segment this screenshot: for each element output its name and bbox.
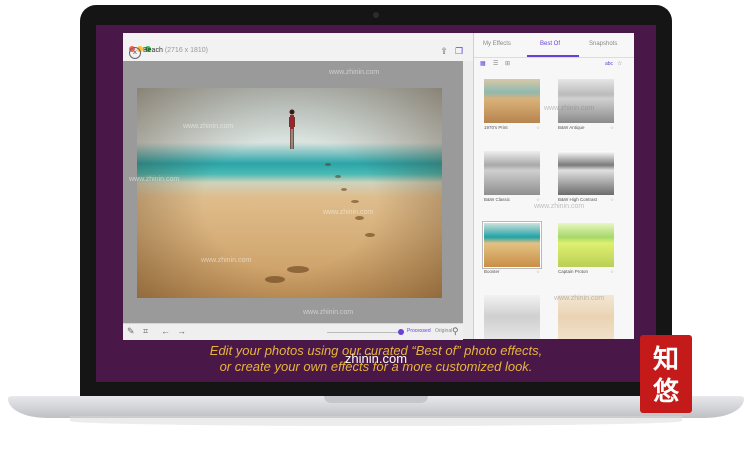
effects-tabs: My Effects Best Of Snapshots xyxy=(474,33,634,58)
grid-icon[interactable]: ▦ xyxy=(480,60,486,67)
site-label: zhinin.com xyxy=(344,351,408,366)
effect-thumbnail xyxy=(484,151,540,195)
laptop-notch xyxy=(324,396,428,403)
star-icon[interactable]: ☆ xyxy=(536,125,540,131)
tab-my-effects[interactable]: My Effects xyxy=(483,41,511,47)
camera-icon xyxy=(373,12,379,18)
compare-slider[interactable] xyxy=(327,332,401,333)
effect-thumbnail xyxy=(558,223,614,267)
star-icon[interactable]: ☆ xyxy=(610,125,614,131)
list-icon[interactable]: ☰ xyxy=(493,60,498,67)
undo-icon[interactable]: ← xyxy=(161,326,170,336)
watermark: www.zhinin.com xyxy=(554,295,605,302)
star-icon[interactable]: ☆ xyxy=(610,197,614,203)
footprint xyxy=(287,266,309,273)
laptop-base xyxy=(8,396,744,418)
star-icon[interactable]: ☆ xyxy=(610,269,614,275)
effect-label: Booster xyxy=(484,269,500,274)
footprint xyxy=(341,188,347,191)
watermark: www.zhinin.com xyxy=(183,123,234,130)
close-icon[interactable]: × xyxy=(129,47,141,59)
image-dimensions: (2716 x 1810) xyxy=(164,47,209,54)
window-title: Beach (2716 x 1810) xyxy=(143,47,208,54)
effect-label: B&W High Contrast xyxy=(558,197,598,202)
effect-label: B&W Antique xyxy=(558,125,585,130)
share-icon[interactable]: ⇪ xyxy=(439,46,449,56)
effect-tile[interactable]: B&W Classic ☆ xyxy=(484,151,540,203)
filter-icon[interactable]: ⊞ xyxy=(505,60,510,67)
search-icon[interactable]: ⚲ xyxy=(452,326,459,337)
watermark: www.zhinin.com xyxy=(544,105,595,112)
effect-thumbnail xyxy=(558,151,614,195)
zhinin-logo: 知 悠 xyxy=(640,335,692,413)
effect-label: B&W Classic xyxy=(484,197,511,202)
star-icon[interactable]: ☆ xyxy=(536,269,540,275)
sort-alphabetical[interactable]: abc xyxy=(605,61,613,67)
watermark: www.zhinin.com xyxy=(129,176,180,183)
crop-icon[interactable]: ⌗ xyxy=(143,326,148,337)
effect-thumbnail xyxy=(484,79,540,123)
compare-slider-knob[interactable] xyxy=(398,329,404,335)
processed-toggle[interactable]: Processed xyxy=(407,328,431,334)
effect-label: 1970's Print xyxy=(484,125,508,130)
footprint xyxy=(355,216,364,220)
bottom-toolbar: ✎ ⌗ ← → Processed Original ⚲ xyxy=(123,323,463,340)
footprint xyxy=(325,163,331,166)
effects-panel: My Effects Best Of Snapshots ▦ ☰ ⊞ abc ☆… xyxy=(473,33,634,339)
laptop-shadow xyxy=(70,416,682,426)
beach-photo xyxy=(137,88,442,298)
effect-tile[interactable]: 1970's Print ☆ xyxy=(484,79,540,131)
effect-tile[interactable] xyxy=(484,295,540,339)
copy-icon[interactable]: ❐ xyxy=(454,46,464,56)
tab-best-of[interactable]: Best Of xyxy=(540,41,560,47)
watermark: www.zhinin.com xyxy=(534,203,585,210)
footprint xyxy=(365,233,375,237)
effect-tile-selected[interactable]: Booster ☆ xyxy=(483,222,541,275)
watermark: www.zhinin.com xyxy=(329,69,380,76)
footprint xyxy=(351,200,359,203)
watermark: www.zhinin.com xyxy=(323,209,374,216)
redo-icon[interactable]: → xyxy=(177,326,186,336)
original-toggle[interactable]: Original xyxy=(435,328,452,334)
tab-snapshots[interactable]: Snapshots xyxy=(589,41,617,47)
effect-tile[interactable]: Captain Proton ☆ xyxy=(558,223,614,275)
person-figure xyxy=(289,109,295,149)
view-options-bar: ▦ ☰ ⊞ abc ☆ xyxy=(474,57,634,71)
footprint xyxy=(265,276,285,283)
effect-thumbnail xyxy=(483,222,541,268)
image-canvas[interactable]: www.zhinin.com www.zhinin.com www.zhinin… xyxy=(123,61,463,323)
watermark: www.zhinin.com xyxy=(303,309,354,316)
effect-thumbnail xyxy=(558,79,614,123)
app-window: × Beach (2716 x 1810) ⇪ ❐ www.zhinin.com… xyxy=(123,33,634,340)
effect-tile[interactable]: B&W High Contrast ☆ xyxy=(558,151,614,203)
laptop-screen: × Beach (2716 x 1810) ⇪ ❐ www.zhinin.com… xyxy=(96,25,656,382)
effect-label: Captain Proton xyxy=(558,269,589,274)
edit-icon[interactable]: ✎ xyxy=(127,326,135,337)
footprint xyxy=(335,175,341,178)
watermark: www.zhinin.com xyxy=(201,257,252,264)
effect-thumbnail xyxy=(484,295,540,339)
image-name: Beach xyxy=(143,47,163,54)
star-icon[interactable]: ☆ xyxy=(617,60,622,67)
